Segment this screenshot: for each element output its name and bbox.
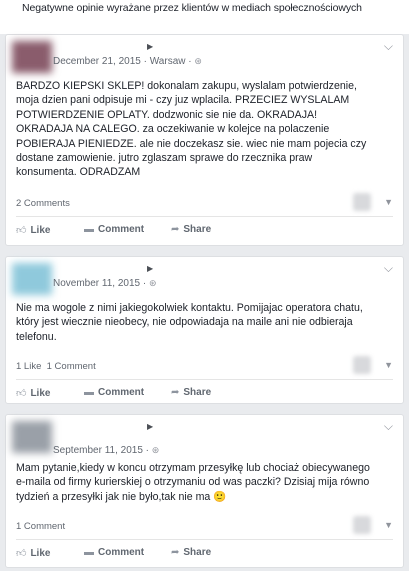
comment-label: Comment bbox=[98, 547, 145, 558]
post-date[interactable]: September 11, 2015 bbox=[53, 445, 143, 456]
post-header: ▶ December 21, 2015 · Warsaw · ⊛ ⌵ bbox=[6, 35, 403, 79]
comment-label: Comment bbox=[98, 224, 145, 235]
chevron-down-icon[interactable]: ⌵ bbox=[384, 419, 393, 434]
post-location[interactable]: Warsaw bbox=[150, 56, 186, 67]
comment-count[interactable]: 2 Comments bbox=[16, 198, 70, 209]
like-label: Like bbox=[30, 224, 51, 236]
like-comment-count[interactable]: 1 Like 1 Comment bbox=[16, 361, 96, 372]
thumbs-up-icon: 👍︎ bbox=[16, 388, 27, 399]
share-button[interactable]: ➦ Share bbox=[171, 547, 211, 558]
caret-down-icon[interactable]: ▼ bbox=[384, 360, 393, 370]
reaction-avatar[interactable] bbox=[353, 516, 371, 534]
play-arrow-icon: ▶ bbox=[147, 264, 154, 273]
like-button[interactable]: 👍︎ Like bbox=[16, 547, 51, 560]
chevron-down-icon[interactable]: ⌵ bbox=[384, 39, 393, 54]
comment-button[interactable]: ▬ Comment bbox=[84, 547, 144, 558]
post-card: ▶ November 11, 2015 · ⊛ ⌵ Nie ma wogole … bbox=[5, 256, 404, 404]
post-card: ▶ December 21, 2015 · Warsaw · ⊛ ⌵ BARDZ… bbox=[5, 34, 404, 246]
thumbs-up-icon: 👍︎ bbox=[16, 548, 27, 559]
avatar[interactable] bbox=[12, 421, 52, 453]
comment-button[interactable]: ▬ Comment bbox=[84, 387, 144, 398]
share-label: Share bbox=[183, 547, 212, 558]
globe-icon: ⊛ bbox=[194, 56, 202, 66]
comment-label: Comment bbox=[98, 387, 145, 398]
reaction-avatar[interactable] bbox=[353, 356, 371, 374]
chevron-down-icon[interactable]: ⌵ bbox=[384, 261, 393, 276]
post-meta: September 11, 2015 · ⊛ bbox=[53, 445, 160, 456]
share-arrow-icon: ➦ bbox=[171, 387, 180, 398]
globe-icon: ⊛ bbox=[148, 278, 157, 288]
globe-icon: ⊛ bbox=[151, 445, 160, 455]
play-arrow-icon: ▶ bbox=[147, 422, 154, 431]
share-button[interactable]: ➦ Share bbox=[171, 387, 211, 398]
like-label: Like bbox=[30, 547, 51, 559]
avatar[interactable] bbox=[12, 41, 52, 73]
post-stats: 1 Comment ▼ bbox=[16, 515, 393, 539]
post-actions: 👍︎ Like ▬ Comment ➦ Share bbox=[16, 539, 393, 566]
post-text: Mam pytanie,kiedy w koncu otrzymam przes… bbox=[16, 462, 370, 503]
like-button[interactable]: 👍︎ Like bbox=[16, 387, 51, 400]
avatar[interactable] bbox=[12, 263, 52, 295]
comment-icon: ▬ bbox=[84, 547, 94, 558]
comment-icon: ▬ bbox=[84, 224, 94, 235]
caret-down-icon[interactable]: ▼ bbox=[384, 197, 393, 207]
post-text: Nie ma wogole z nimi jakiegokolwiek kont… bbox=[16, 302, 363, 343]
page-caption: Negatywne opinie wyrażane przez klientów… bbox=[0, 0, 409, 34]
caret-down-icon[interactable]: ▼ bbox=[384, 520, 393, 530]
share-label: Share bbox=[183, 387, 212, 398]
share-label: Share bbox=[183, 224, 212, 235]
share-arrow-icon: ➦ bbox=[171, 224, 180, 235]
post-date[interactable]: December 21, 2015 bbox=[53, 56, 141, 67]
share-button[interactable]: ➦ Share bbox=[171, 224, 211, 235]
post-stats: 1 Like 1 Comment ▼ bbox=[16, 355, 393, 379]
thumbs-up-icon: 👍︎ bbox=[16, 225, 27, 236]
post-text: BARDZO KIEPSKI SKLEP! dokonalam zakupu, … bbox=[16, 80, 367, 179]
reaction-avatar[interactable] bbox=[353, 193, 371, 211]
post-meta: November 11, 2015 · ⊛ bbox=[53, 278, 157, 289]
post-header: ▶ September 11, 2015 · ⊛ ⌵ bbox=[6, 415, 403, 461]
post-card: ▶ September 11, 2015 · ⊛ ⌵ Mam pytanie,k… bbox=[5, 414, 404, 568]
like-button[interactable]: 👍︎ Like bbox=[16, 224, 51, 237]
post-actions: 👍︎ Like ▬ Comment ➦ Share bbox=[16, 216, 393, 243]
comment-button[interactable]: ▬ Comment bbox=[84, 224, 144, 235]
post-stats: 2 Comments ▼ bbox=[16, 192, 393, 216]
like-label: Like bbox=[30, 387, 51, 399]
post-meta: December 21, 2015 · Warsaw · ⊛ bbox=[53, 56, 202, 67]
play-arrow-icon: ▶ bbox=[147, 42, 154, 51]
share-arrow-icon: ➦ bbox=[171, 547, 180, 558]
comment-icon: ▬ bbox=[84, 387, 94, 398]
post-date[interactable]: November 11, 2015 bbox=[53, 278, 140, 289]
post-actions: 👍︎ Like ▬ Comment ➦ Share bbox=[16, 379, 393, 406]
post-header: ▶ November 11, 2015 · ⊛ ⌵ bbox=[6, 257, 403, 301]
comment-count[interactable]: 1 Comment bbox=[16, 521, 65, 532]
